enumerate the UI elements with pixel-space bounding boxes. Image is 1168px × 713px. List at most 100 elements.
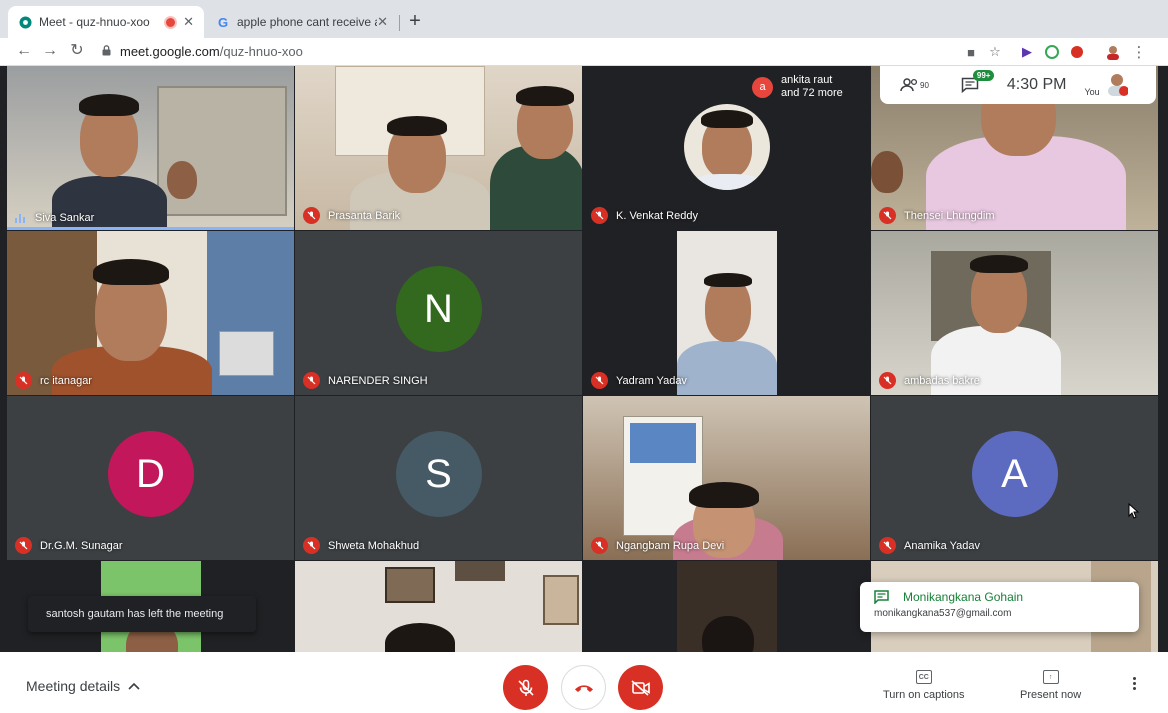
people-button[interactable]: 90 [900, 78, 929, 92]
back-arrow-icon[interactable]: ← [14, 41, 34, 61]
video-grid: Siva Sankar Prasanta Barik K. Venkat Red… [0, 66, 1168, 652]
present-now-button[interactable]: ↑ Present now [1020, 670, 1081, 701]
participant-tile[interactable]: N NARENDER SINGH [295, 231, 582, 395]
url-path: /quz-hnuo-xoo [219, 44, 303, 59]
camera-off-icon [630, 679, 650, 696]
participant-name-tag: NARENDER SINGH [303, 372, 428, 389]
participant-initial-avatar: S [395, 431, 482, 517]
tab-google-search[interactable]: G apple phone cant receive airdrop ✕ [206, 6, 398, 38]
hang-up-icon [574, 684, 593, 692]
participant-name-tag: Siva Sankar [15, 212, 94, 224]
forward-arrow-icon[interactable]: → [40, 41, 60, 61]
participant-name: rc itanagar [40, 374, 92, 387]
more-options-icon[interactable] [1130, 677, 1138, 690]
participant-name-tag: Yadram Yadav [591, 372, 687, 389]
lock-icon [102, 45, 111, 56]
participant-tile[interactable]: D Dr.G.M. Sunagar [7, 396, 294, 560]
play-extension-icon[interactable]: ▶ [1018, 43, 1036, 61]
mic-muted-icon [591, 372, 608, 389]
mic-muted-icon [15, 372, 32, 389]
participant-name-tag: rc itanagar [15, 372, 92, 389]
participant-name: Thensei Lhungdim [904, 209, 995, 222]
participant-name-tag: ambadas bakre [879, 372, 980, 389]
participant-tile[interactable]: Prasanta Barik [295, 66, 582, 230]
people-icon [900, 78, 918, 92]
tab-divider [399, 15, 400, 31]
red-extension-icon[interactable] [1068, 43, 1086, 61]
chat-message-toast[interactable]: Monikangkana Gohain monikangkana537@gmai… [860, 582, 1139, 632]
tab-close-icon[interactable]: ✕ [377, 14, 388, 30]
participant-initial-avatar: A [971, 431, 1058, 517]
participant-tile[interactable]: S Shweta Mohakhud [295, 396, 582, 560]
present-label: Present now [1020, 689, 1082, 701]
self-view-avatar[interactable] [1106, 72, 1129, 99]
participant-name: Dr.G.M. Sunagar [40, 539, 123, 552]
mouse-cursor-icon [1128, 503, 1140, 519]
participants-joined-notice[interactable]: a ankita raut and 72 more [746, 70, 868, 104]
meet-favicon-icon [18, 15, 32, 29]
camera-toggle-button[interactable] [618, 665, 663, 710]
participant-initial-avatar: D [107, 431, 194, 517]
participant-tile[interactable] [295, 561, 582, 652]
profile-avatar-icon[interactable] [1104, 43, 1122, 61]
chat-sender-name: Monikangkana Gohain [903, 590, 1024, 604]
recording-indicator-icon [166, 17, 176, 27]
participant-tile[interactable] [583, 561, 870, 652]
address-bar[interactable]: meet.google.com/quz-hnuo-xoo [120, 44, 303, 59]
mic-muted-icon [15, 537, 32, 554]
camera-extension-icon[interactable]: ■ [962, 43, 980, 61]
leave-call-button[interactable] [561, 665, 606, 710]
captions-button[interactable]: CC Turn on captions [883, 670, 965, 701]
participant-tile[interactable]: rc itanagar [7, 231, 294, 395]
mic-muted-icon [591, 537, 608, 554]
participant-initial-avatar: N [395, 266, 482, 352]
self-label: You [1084, 87, 1100, 97]
mic-off-icon [517, 679, 534, 696]
participant-name: K. Venkat Reddy [616, 209, 698, 222]
participant-name: Ngangbam Rupa Devi [616, 539, 725, 552]
browser-menu-icon[interactable]: ⋮ [1130, 43, 1148, 61]
participant-video [677, 231, 777, 395]
calendar-decoration [623, 416, 703, 536]
microphone-toggle-button[interactable] [503, 665, 548, 710]
chat-count-badge: 99+ [972, 70, 995, 81]
url-domain: meet.google.com [120, 44, 220, 59]
present-screen-icon: ↑ [1042, 670, 1059, 684]
participant-tile[interactable]: A Anamika Yadav [871, 396, 1158, 560]
participant-name-tag: Thensei Lhungdim [879, 207, 995, 224]
participant-name: Yadram Yadav [616, 374, 687, 387]
mic-muted-icon [879, 207, 896, 224]
mic-muted-icon [879, 537, 896, 554]
participant-tile[interactable]: ambadas bakre [871, 231, 1158, 395]
participant-name-tag: Ngangbam Rupa Devi [591, 537, 724, 554]
chat-message-icon [874, 590, 889, 604]
joined-participant-avatar: a [752, 76, 773, 98]
participant-name: Prasanta Barik [328, 209, 401, 222]
participant-name: ambadas bakre [904, 374, 980, 387]
participant-tile[interactable]: Yadram Yadav [583, 231, 870, 395]
people-count: 90 [920, 80, 929, 90]
green-extension-icon[interactable] [1043, 43, 1061, 61]
participant-tile[interactable]: Siva Sankar [7, 66, 294, 230]
active-speaker-bar [7, 227, 294, 230]
participant-tile[interactable]: Ngangbam Rupa Devi [583, 396, 870, 560]
mic-muted-icon [303, 207, 320, 224]
mic-muted-icon [879, 372, 896, 389]
tab-close-icon[interactable]: ✕ [183, 14, 194, 30]
participant-name: NARENDER SINGH [328, 374, 428, 387]
participant-avatar-photo [684, 104, 770, 190]
google-favicon-icon: G [217, 14, 229, 30]
tab-title: Meet - quz-hnuo-xoo [39, 15, 150, 29]
reload-icon[interactable]: ↻ [67, 41, 87, 61]
meeting-clock: 4:30 PM [1006, 76, 1067, 93]
participant-name: Anamika Yadav [904, 539, 981, 552]
tab-meet[interactable]: Meet - quz-hnuo-xoo ✕ [8, 6, 204, 38]
meeting-info-bar: 90 99+ 4:30 PM You [880, 66, 1156, 104]
chat-button[interactable]: 99+ [961, 70, 995, 93]
participant-name: Shweta Mohakhud [328, 539, 420, 552]
mic-muted-icon [303, 537, 320, 554]
new-tab-icon[interactable]: + [405, 10, 425, 32]
bookmark-star-icon[interactable]: ☆ [986, 43, 1004, 61]
meeting-details-button[interactable]: Meeting details [26, 678, 140, 694]
participant-name-tag: Prasanta Barik [303, 207, 400, 224]
